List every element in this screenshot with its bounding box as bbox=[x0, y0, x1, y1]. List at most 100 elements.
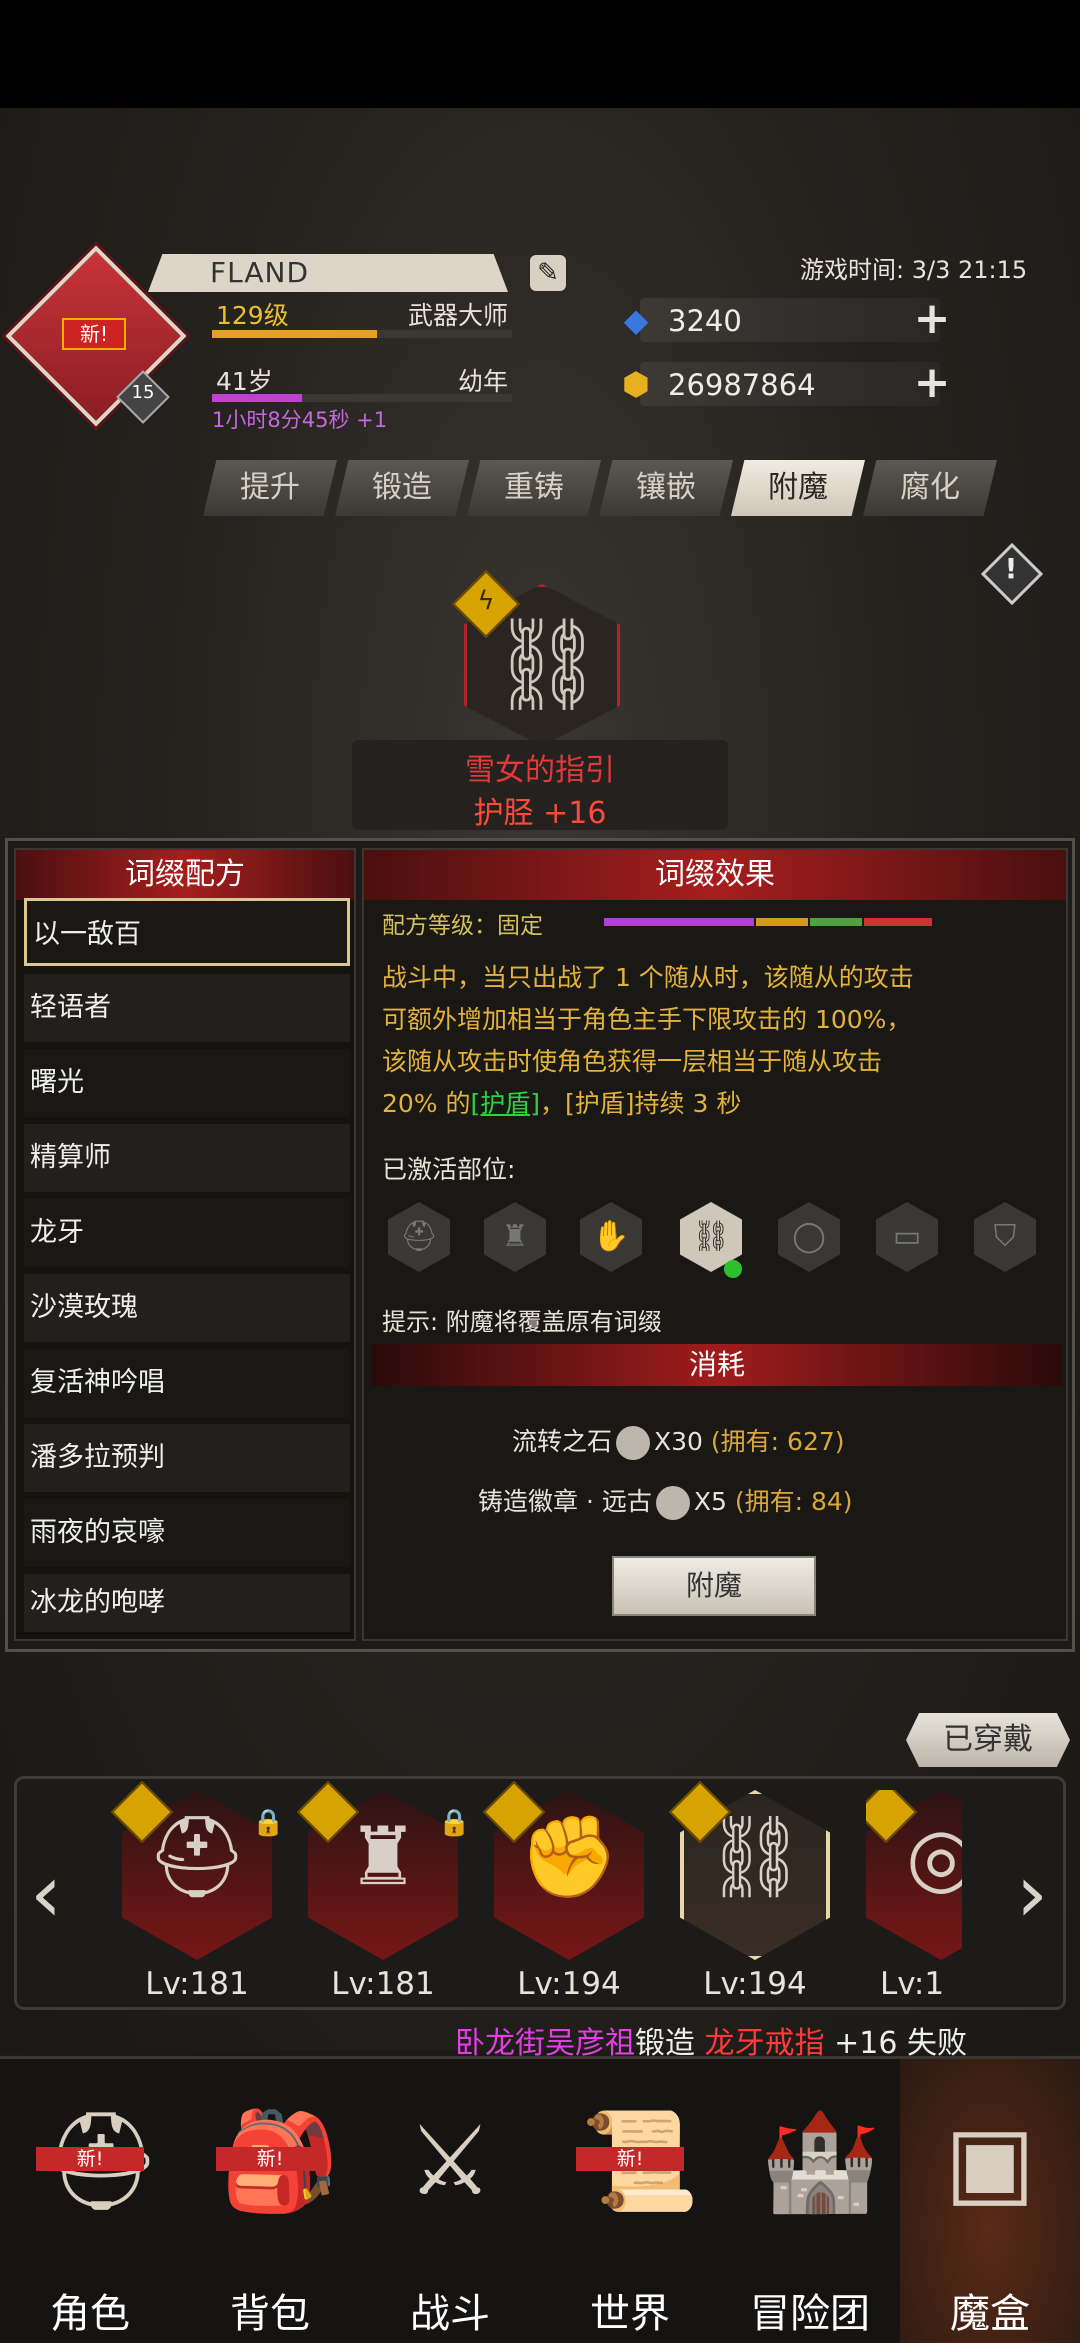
cost-row: 铸造徽章 · 远古 X5 (拥有: 84) bbox=[478, 1482, 853, 1520]
game-time: 游戏时间: 3/3 21:15 bbox=[800, 256, 1028, 284]
age-row: 41岁 幼年 bbox=[212, 362, 512, 396]
player-age: 41岁 bbox=[216, 367, 273, 396]
recipe-list-title: 词缀配方 bbox=[16, 850, 354, 900]
shield-link[interactable]: [护盾] bbox=[471, 1089, 541, 1118]
age-bar bbox=[212, 394, 512, 402]
greaves-icon: ⛓ bbox=[490, 612, 605, 717]
add-diamond-button[interactable]: + bbox=[912, 297, 952, 341]
new-badge: 新! bbox=[576, 2147, 684, 2171]
nav-battle[interactable]: ⚔ 战斗 bbox=[360, 2059, 540, 2343]
avatar-new-badge: 新! bbox=[62, 318, 126, 350]
nav-backpack[interactable]: 🎒 新! 背包 bbox=[180, 2059, 360, 2343]
gear-slot[interactable]: ♜ 🔒 bbox=[296, 1780, 470, 1960]
avatar-level-text: 15 bbox=[131, 382, 155, 403]
gold-value: 26987864 bbox=[668, 368, 816, 402]
diamond-value: 3240 bbox=[668, 304, 742, 338]
gear-level: Lv:194 bbox=[703, 1966, 807, 2002]
nav-world[interactable]: 📜 新! 世界 bbox=[540, 2059, 720, 2343]
tab-inlay[interactable]: 镶嵌 bbox=[599, 460, 733, 516]
cost-title: 消耗 bbox=[688, 1348, 745, 1381]
recipe-item[interactable]: 沙漠玫瑰 bbox=[24, 1274, 350, 1342]
level-bar bbox=[212, 330, 512, 338]
new-badge: 新! bbox=[216, 2147, 324, 2171]
player-name: FLAND bbox=[148, 254, 508, 292]
carousel-next-button[interactable]: › bbox=[1006, 1854, 1058, 1934]
gear-slot-partial[interactable]: ◎ bbox=[866, 1790, 962, 1960]
add-gold-button[interactable]: + bbox=[912, 361, 952, 405]
lock-icon: 🔒 bbox=[438, 1808, 471, 1838]
nav-label: 背包 bbox=[230, 2291, 310, 2337]
effect-line: 可额外增加相当于角色主手下限攻击的 100%， bbox=[382, 1005, 912, 1034]
gear-slot: ◎ bbox=[866, 1790, 962, 1960]
recipe-item[interactable]: 潘多拉预判 bbox=[24, 1424, 350, 1492]
carousel-prev-button[interactable]: ‹ bbox=[20, 1854, 72, 1934]
player-title: 武器大师 bbox=[407, 301, 508, 330]
cost-item-name: 流转之石 bbox=[512, 1427, 613, 1456]
effect-line: 战斗中，当只出战了 1 个随从时，该随从的攻击 bbox=[382, 963, 914, 992]
gold-icon: ⬢ bbox=[622, 365, 650, 403]
tab-forge[interactable]: 锻造 bbox=[335, 460, 469, 516]
nav-label: 角色 bbox=[50, 2291, 130, 2337]
level-segment-red bbox=[864, 918, 932, 926]
nav-label: 冒险团 bbox=[750, 2291, 870, 2337]
tab-enchant[interactable]: 附魔 bbox=[731, 460, 865, 516]
nav-guild[interactable]: 🏰 冒险团 bbox=[720, 2059, 900, 2343]
nav-label: 世界 bbox=[590, 2291, 670, 2337]
lock-icon: 🔒 bbox=[252, 1808, 285, 1838]
equipped-filter-button[interactable]: 已穿戴 bbox=[906, 1713, 1070, 1767]
gear-level: Lv:194 bbox=[517, 1966, 621, 2002]
battle-icon: ⚔ bbox=[406, 2105, 494, 2217]
diamond-icon: ◆ bbox=[623, 301, 649, 339]
active-indicator bbox=[724, 1260, 742, 1278]
recipe-item[interactable]: 复活神吟唱 bbox=[24, 1349, 350, 1417]
level-segment-purple bbox=[604, 918, 754, 926]
magic-box-icon: ▣ bbox=[944, 2105, 1036, 2217]
tab-upgrade[interactable]: 提升 bbox=[203, 460, 337, 516]
item-name: 雪女的指引 bbox=[465, 753, 615, 788]
nav-label: 魔盒 bbox=[950, 2291, 1030, 2337]
info-icon-glyph: ! bbox=[1004, 552, 1018, 585]
recipe-item[interactable]: 龙牙 bbox=[24, 1199, 350, 1267]
cost-item-name: 铸造徽章 · 远古 bbox=[478, 1487, 652, 1516]
player-age-stage: 幼年 bbox=[457, 367, 508, 396]
recipe-item[interactable]: 轻语者 bbox=[24, 974, 350, 1042]
badge-icon bbox=[655, 1486, 690, 1520]
recipe-item[interactable]: 冰龙的咆哮 bbox=[24, 1574, 350, 1632]
guild-icon: 🏰 bbox=[760, 2105, 880, 2217]
gear-slot[interactable]: ✊ bbox=[482, 1780, 644, 1960]
new-badge: 新! bbox=[36, 2147, 144, 2171]
effect-title: 词缀效果 bbox=[364, 850, 1066, 900]
gear-level: Lv:181 bbox=[145, 1966, 249, 2002]
level-segment-green bbox=[810, 918, 862, 926]
recipe-item[interactable]: 雨夜的哀嚎 bbox=[24, 1499, 350, 1567]
effect-line-start: 20% 的 bbox=[382, 1089, 471, 1118]
edit-icon[interactable]: ✎ bbox=[530, 255, 566, 291]
cost-item-owned: (拥有: 627) bbox=[710, 1427, 845, 1456]
gear-slot-selected[interactable]: ⛓ bbox=[668, 1780, 830, 1960]
recipe-level-label: 配方等级：固定 bbox=[382, 913, 543, 939]
player-level: 129级 bbox=[216, 301, 289, 330]
nav-label: 战斗 bbox=[410, 2291, 490, 2337]
lightning-icon: ϟ bbox=[477, 586, 495, 616]
bottom-nav: ⛑ 新! 角色 🎒 新! 背包 ⚔ 战斗 📜 新! 世界 🏰 冒险团 ▣ 魔盒 bbox=[0, 2056, 1080, 2343]
tab-corrupt[interactable]: 腐化 bbox=[863, 460, 997, 516]
cost-item-qty: X5 bbox=[693, 1487, 727, 1516]
effect-line: 20% 的[护盾]，[护盾]持续 3 秒 bbox=[382, 1084, 741, 1120]
active-slots-label: 已激活部位: bbox=[382, 1155, 516, 1184]
recipe-item[interactable]: 曙光 bbox=[24, 1049, 350, 1117]
cost-header: 消耗 bbox=[372, 1344, 1062, 1386]
tab-reforge[interactable]: 重铸 bbox=[467, 460, 601, 516]
nav-magic-box[interactable]: ▣ 魔盒 bbox=[900, 2059, 1080, 2343]
cost-row: 流转之石 X30 (拥有: 627) bbox=[512, 1422, 845, 1460]
tab-bar: 提升 锻造 重铸 镶嵌 附魔 腐化 bbox=[203, 460, 1041, 516]
nav-character[interactable]: ⛑ 新! 角色 bbox=[0, 2059, 180, 2343]
recipe-item[interactable]: 精算师 bbox=[24, 1124, 350, 1192]
age-timer: 1小时8分45秒 +1 bbox=[212, 408, 388, 432]
gear-slot[interactable]: ⛑ 🔒 bbox=[110, 1780, 284, 1960]
enchant-button[interactable]: 附魔 bbox=[612, 1556, 816, 1616]
status-bar bbox=[0, 0, 1080, 108]
recipe-item[interactable]: 以一敌百 bbox=[24, 898, 350, 966]
level-row: 129级 武器大师 bbox=[212, 296, 512, 330]
cost-item-owned: (拥有: 84) bbox=[734, 1487, 853, 1516]
effect-line-end: ，[护盾]持续 3 秒 bbox=[540, 1089, 742, 1118]
